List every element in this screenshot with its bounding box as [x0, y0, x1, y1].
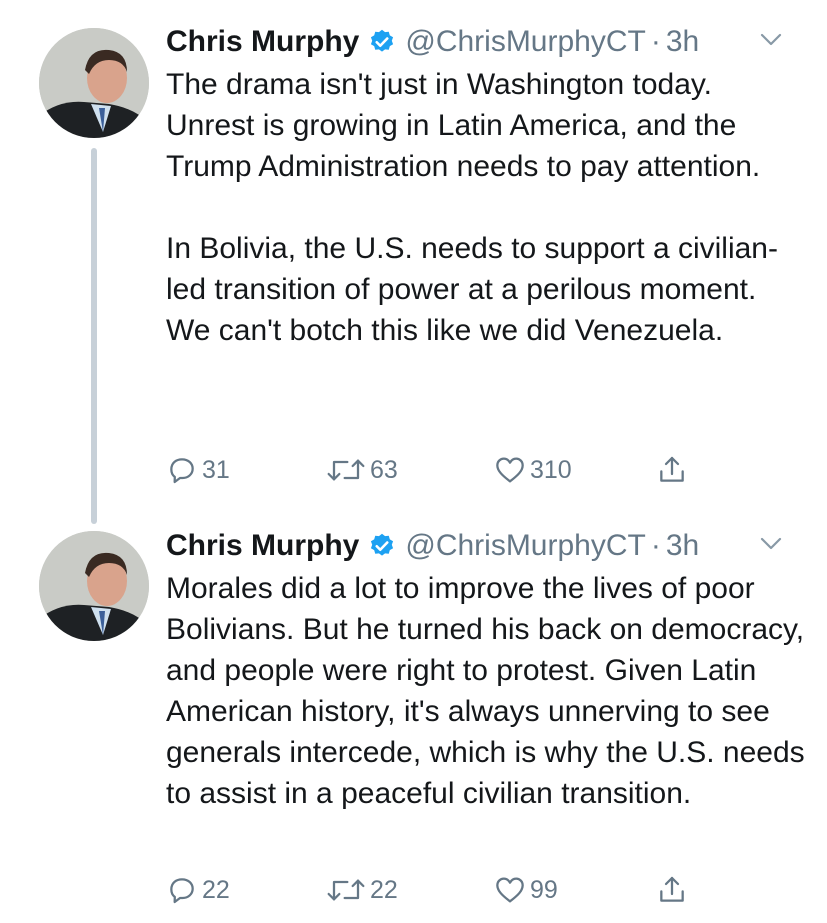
- retweet-icon: [327, 459, 365, 481]
- like-count: 99: [530, 875, 558, 904]
- like-icon: [496, 457, 524, 483]
- reply-icon: [170, 878, 194, 904]
- author-handle[interactable]: @ChrisMurphyCT: [405, 529, 645, 563]
- share-button[interactable]: [656, 450, 688, 490]
- separator-dot: ·: [650, 529, 661, 562]
- author-handle[interactable]: @ChrisMurphyCT: [405, 25, 645, 59]
- chevron-down-icon[interactable]: [759, 536, 783, 552]
- tweet[interactable]: Chris Murphy @ChrisMurphyCT · 3h The dra…: [0, 0, 827, 524]
- avatar[interactable]: [39, 531, 149, 641]
- tweet-header: Chris Murphy @ChrisMurphyCT · 3h: [166, 20, 787, 64]
- tweet-text: Morales did a lot to improve the lives o…: [166, 572, 805, 810]
- thread-connector: [91, 148, 97, 524]
- verified-badge-icon: [371, 29, 394, 52]
- tweet-actions: 31 63 310: [166, 450, 726, 490]
- avatar[interactable]: [39, 28, 149, 138]
- reply-count: 22: [202, 875, 230, 904]
- separator-dot: ·: [650, 25, 661, 58]
- timestamp[interactable]: 3h: [666, 25, 699, 59]
- timestamp[interactable]: 3h: [666, 529, 699, 563]
- reply-icon: [170, 458, 194, 484]
- like-button[interactable]: 310: [494, 450, 572, 490]
- tweet-thread: Chris Murphy @ChrisMurphyCT · 3h The dra…: [0, 0, 827, 923]
- tweet[interactable]: Chris Murphy @ChrisMurphyCT · 3h Morales…: [0, 520, 827, 923]
- reply-button[interactable]: 22: [166, 870, 230, 910]
- share-icon: [660, 456, 684, 482]
- reply-count: 31: [202, 455, 230, 484]
- retweet-count: 63: [370, 455, 398, 484]
- share-icon: [660, 876, 684, 902]
- retweet-count: 22: [370, 875, 398, 904]
- tweet-text: The drama isn't just in Washington today…: [166, 68, 778, 347]
- like-button[interactable]: 99: [494, 870, 558, 910]
- author-name[interactable]: Chris Murphy: [166, 25, 359, 59]
- like-count: 310: [530, 455, 572, 484]
- verified-badge-icon: [371, 533, 394, 556]
- retweet-icon: [327, 879, 365, 901]
- tweet-header: Chris Murphy @ChrisMurphyCT · 3h: [166, 524, 787, 568]
- retweet-button[interactable]: 22: [326, 870, 398, 910]
- reply-button[interactable]: 31: [166, 450, 230, 490]
- retweet-button[interactable]: 63: [326, 450, 398, 490]
- share-button[interactable]: [656, 870, 688, 910]
- author-name[interactable]: Chris Murphy: [166, 529, 359, 563]
- chevron-down-icon[interactable]: [759, 32, 783, 48]
- like-icon: [496, 877, 524, 903]
- tweet-actions: 22 22 99: [166, 870, 726, 910]
